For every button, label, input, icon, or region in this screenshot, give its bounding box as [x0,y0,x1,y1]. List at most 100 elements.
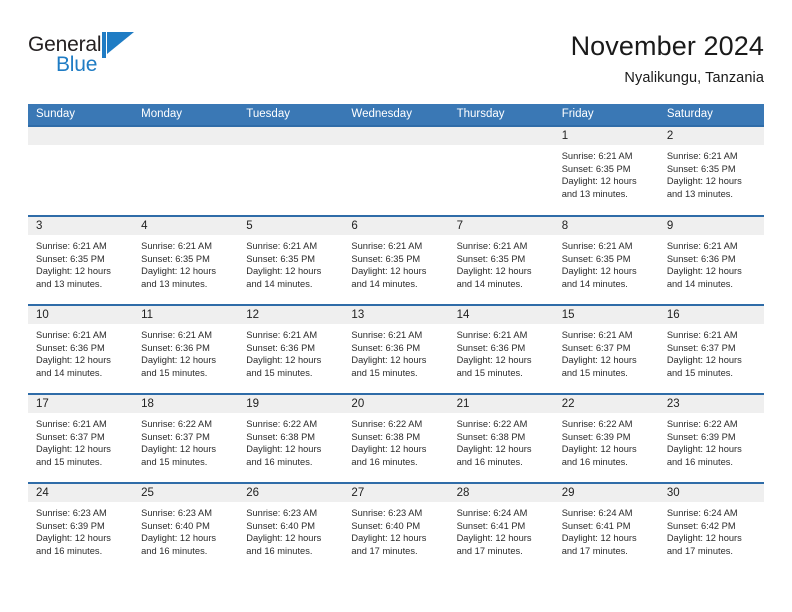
day-cell-empty [238,127,344,215]
day-cell[interactable]: 27 Sunrise: 6:23 AM Sunset: 6:40 PM Dayligh… [343,484,449,571]
day-cell[interactable]: 16 Sunrise: 6:21 AM Sunset: 6:37 PM Dayligh… [658,306,764,393]
day-detail-line: and 14 minutes. [561,278,628,289]
day-detail-line: Sunrise: 6:23 AM [141,508,212,518]
weekday-header-tuesday: Tuesday [246,108,290,120]
day-detail-line: Daylight: 12 hours [246,266,322,277]
day-details: Sunrise: 6:21 AM Sunset: 6:36 PM Daylight:… [133,324,238,379]
day-details: Sunrise: 6:21 AM Sunset: 6:35 PM Daylight:… [238,235,343,290]
day-details: Sunrise: 6:21 AM Sunset: 6:36 PM Daylight:… [238,324,343,379]
day-detail-line: Sunrise: 6:23 AM [351,508,423,518]
day-details [343,145,448,150]
day-cell[interactable]: 18 Sunrise: 6:22 AM Sunset: 6:37 PM Dayligh… [133,395,239,482]
day-detail-line: Sunset: 6:35 PM [141,253,210,264]
day-detail-line: Sunrise: 6:21 AM [561,330,633,340]
calendar-grid: Sunday Monday Tuesday Wednesday Thursday Frid… [28,104,764,571]
day-detail-line: Sunrise: 6:21 AM [246,241,318,251]
day-details: Sunrise: 6:21 AM Sunset: 6:37 PM Daylight:… [659,324,764,379]
day-detail-line: and 13 minutes. [666,188,733,199]
day-details [449,145,554,150]
day-detail-line: Sunset: 6:37 PM [141,431,210,442]
day-cell[interactable]: 23 Sunrise: 6:22 AM Sunset: 6:39 PM Dayligh… [658,395,764,482]
day-details: Sunrise: 6:22 AM Sunset: 6:39 PM Daylight:… [554,413,659,468]
day-detail-line: Sunset: 6:37 PM [36,431,105,442]
day-detail-line: Sunrise: 6:21 AM [246,330,318,340]
day-detail-line: Daylight: 12 hours [141,444,217,455]
day-detail-line: Sunset: 6:37 PM [666,342,736,353]
day-detail-line: and 16 minutes. [246,456,313,467]
day-cell[interactable]: 30 Sunrise: 6:24 AM Sunset: 6:42 PM Dayligh… [658,484,764,571]
day-details: Sunrise: 6:22 AM Sunset: 6:38 PM Daylight:… [449,413,554,468]
day-cell[interactable]: 1 Sunrise: 6:21 AM Sunset: 6:35 PM Daylight… [553,127,659,215]
day-cell[interactable]: 4 Sunrise: 6:21 AM Sunset: 6:35 PM Daylight… [133,217,239,304]
day-cell[interactable]: 8 Sunrise: 6:21 AM Sunset: 6:35 PM Daylight… [553,217,659,304]
day-detail-line: Sunset: 6:39 PM [36,520,105,531]
day-detail-line: and 16 minutes. [141,545,208,556]
day-detail-line: and 14 minutes. [246,278,313,289]
day-cell[interactable]: 28 Sunrise: 6:24 AM Sunset: 6:41 PM Dayligh… [448,484,554,571]
day-cell[interactable]: 12 Sunrise: 6:21 AM Sunset: 6:36 PM Dayligh… [238,306,344,393]
day-detail-line: Sunrise: 6:23 AM [36,508,107,518]
weekday-header-monday: Monday [141,108,183,120]
day-number: 19 [238,395,344,413]
day-cell[interactable]: 6 Sunrise: 6:21 AM Sunset: 6:35 PM Daylight… [343,217,449,304]
day-details: Sunrise: 6:22 AM Sunset: 6:38 PM Daylight:… [343,413,448,468]
day-number: 23 [658,395,764,413]
day-cell[interactable]: 7 Sunrise: 6:21 AM Sunset: 6:35 PM Daylight… [448,217,554,304]
day-details: Sunrise: 6:24 AM Sunset: 6:41 PM Daylight:… [449,502,554,557]
brand-logo[interactable]: General Blue [28,30,148,82]
day-details: Sunrise: 6:22 AM Sunset: 6:39 PM Daylight:… [659,413,764,468]
day-number: 30 [658,484,764,502]
day-detail-line: and 16 minutes. [36,545,103,556]
day-cell[interactable]: 9 Sunrise: 6:21 AM Sunset: 6:36 PM Daylight… [658,217,764,304]
day-cell[interactable]: 11 Sunrise: 6:21 AM Sunset: 6:36 PM Dayligh… [133,306,239,393]
day-detail-line: Daylight: 12 hours [666,533,742,544]
day-cell[interactable]: 13 Sunrise: 6:21 AM Sunset: 6:36 PM Dayligh… [343,306,449,393]
day-detail-line: Sunrise: 6:21 AM [666,151,738,161]
day-cell[interactable]: 10 Sunrise: 6:21 AM Sunset: 6:36 PM Dayligh… [28,306,134,393]
day-cell-empty [448,127,554,215]
day-detail-line: Sunset: 6:38 PM [456,431,526,442]
day-cell[interactable]: 20 Sunrise: 6:22 AM Sunset: 6:38 PM Dayligh… [343,395,449,482]
weekday-header-friday: Friday [561,108,594,120]
page-header: General Blue November 2024 Nyalikungu, T… [28,30,764,92]
day-detail-line: Sunset: 6:35 PM [561,163,631,174]
day-detail-line: Sunset: 6:40 PM [351,520,421,531]
day-cell[interactable]: 19 Sunrise: 6:22 AM Sunset: 6:38 PM Dayligh… [238,395,344,482]
day-cell[interactable]: 15 Sunrise: 6:21 AM Sunset: 6:37 PM Dayligh… [553,306,659,393]
day-detail-line: Sunrise: 6:21 AM [36,419,107,429]
day-detail-line: and 13 minutes. [561,188,628,199]
day-cell[interactable]: 2 Sunrise: 6:21 AM Sunset: 6:35 PM Daylight… [658,127,764,215]
day-number [448,127,554,145]
day-detail-line: Sunset: 6:39 PM [561,431,631,442]
day-detail-line: Sunset: 6:36 PM [36,342,105,353]
day-detail-line: Sunrise: 6:21 AM [456,241,528,251]
day-cell[interactable]: 24 Sunrise: 6:23 AM Sunset: 6:39 PM Dayligh… [28,484,134,571]
day-detail-line: Daylight: 12 hours [246,533,322,544]
day-cell[interactable]: 5 Sunrise: 6:21 AM Sunset: 6:35 PM Daylight… [238,217,344,304]
day-detail-line: Sunrise: 6:21 AM [351,330,423,340]
day-detail-line: Daylight: 12 hours [666,176,742,187]
day-details: Sunrise: 6:23 AM Sunset: 6:40 PM Daylight:… [238,502,343,557]
day-detail-line: Sunrise: 6:23 AM [246,508,318,518]
day-detail-line: and 17 minutes. [561,545,628,556]
day-cell[interactable]: 14 Sunrise: 6:21 AM Sunset: 6:36 PM Dayligh… [448,306,554,393]
day-detail-line: Daylight: 12 hours [456,444,532,455]
day-number: 6 [343,217,449,235]
day-cell[interactable]: 3 Sunrise: 6:21 AM Sunset: 6:35 PM Daylight… [28,217,134,304]
day-detail-line: Sunrise: 6:22 AM [666,419,738,429]
day-detail-line: Sunrise: 6:22 AM [246,419,318,429]
day-detail-line: and 14 minutes. [351,278,418,289]
day-cell[interactable]: 21 Sunrise: 6:22 AM Sunset: 6:38 PM Dayligh… [448,395,554,482]
day-detail-line: Daylight: 12 hours [36,355,111,366]
day-cell[interactable]: 26 Sunrise: 6:23 AM Sunset: 6:40 PM Dayligh… [238,484,344,571]
day-detail-line: Daylight: 12 hours [666,266,742,277]
day-cell[interactable]: 22 Sunrise: 6:22 AM Sunset: 6:39 PM Dayligh… [553,395,659,482]
weekday-header-sunday: Sunday [36,108,76,120]
day-number: 25 [133,484,239,502]
day-detail-line: Daylight: 12 hours [456,355,532,366]
day-details [238,145,343,150]
day-cell-empty [28,127,134,215]
day-cell[interactable]: 17 Sunrise: 6:21 AM Sunset: 6:37 PM Dayligh… [28,395,134,482]
day-cell[interactable]: 25 Sunrise: 6:23 AM Sunset: 6:40 PM Dayligh… [133,484,239,571]
day-cell[interactable]: 29 Sunrise: 6:24 AM Sunset: 6:41 PM Dayligh… [553,484,659,571]
